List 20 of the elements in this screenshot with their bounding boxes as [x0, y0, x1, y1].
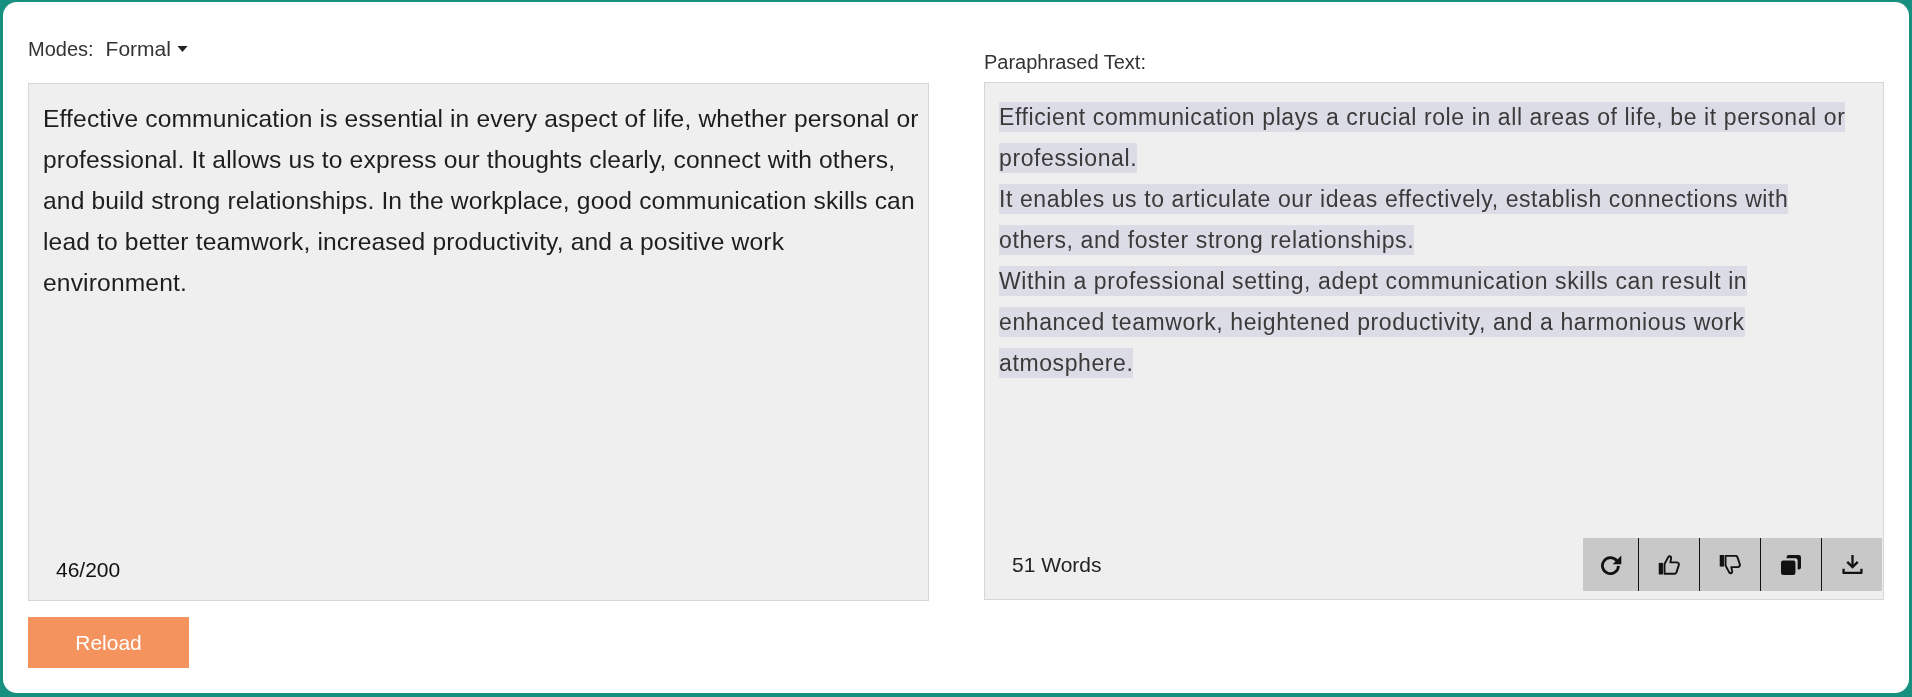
download-icon	[1841, 554, 1863, 575]
modes-label: Modes:	[28, 37, 94, 61]
mode-dropdown[interactable]: Formal	[103, 37, 190, 61]
like-button[interactable]	[1638, 538, 1699, 591]
dislike-button[interactable]	[1699, 538, 1760, 591]
thumbs-down-icon	[1719, 554, 1741, 575]
download-button[interactable]	[1821, 538, 1882, 591]
paraphrased-text-label: Paraphrased Text:	[984, 50, 1146, 74]
paraphrased-sentence: Within a professional setting, adept communication skills can result in enhanced teamwork, heightened productivity, and a harmonious work atmosphere.	[999, 265, 1749, 380]
word-count: 51 Words	[1012, 552, 1102, 577]
paraphrased-sentence: Efficient communication plays a crucial role in all areas of life, be it personal or professional.	[999, 101, 1847, 175]
caret-icon	[176, 46, 188, 52]
regenerate-button[interactable]	[1583, 538, 1638, 591]
copy-icon	[1781, 554, 1801, 575]
character-counter: 46/200	[56, 557, 121, 583]
thumbs-up-icon	[1658, 554, 1680, 575]
text-input-field[interactable]: Effective communication is essential in every aspect of life, whether personal or professional. It allows us to express our thoughts clearly, connect with others, and build strong relationships. In the workplace, good communication skills can lead to better teamwork, increased productivity, and a positive work environment. 46/200	[28, 83, 929, 601]
paraphrased-sentence: It enables us to articulate our ideas effectively, establish connections with others, and foster strong relationships.	[999, 183, 1790, 257]
copy-button[interactable]	[1760, 538, 1821, 591]
refresh-icon	[1599, 554, 1622, 575]
